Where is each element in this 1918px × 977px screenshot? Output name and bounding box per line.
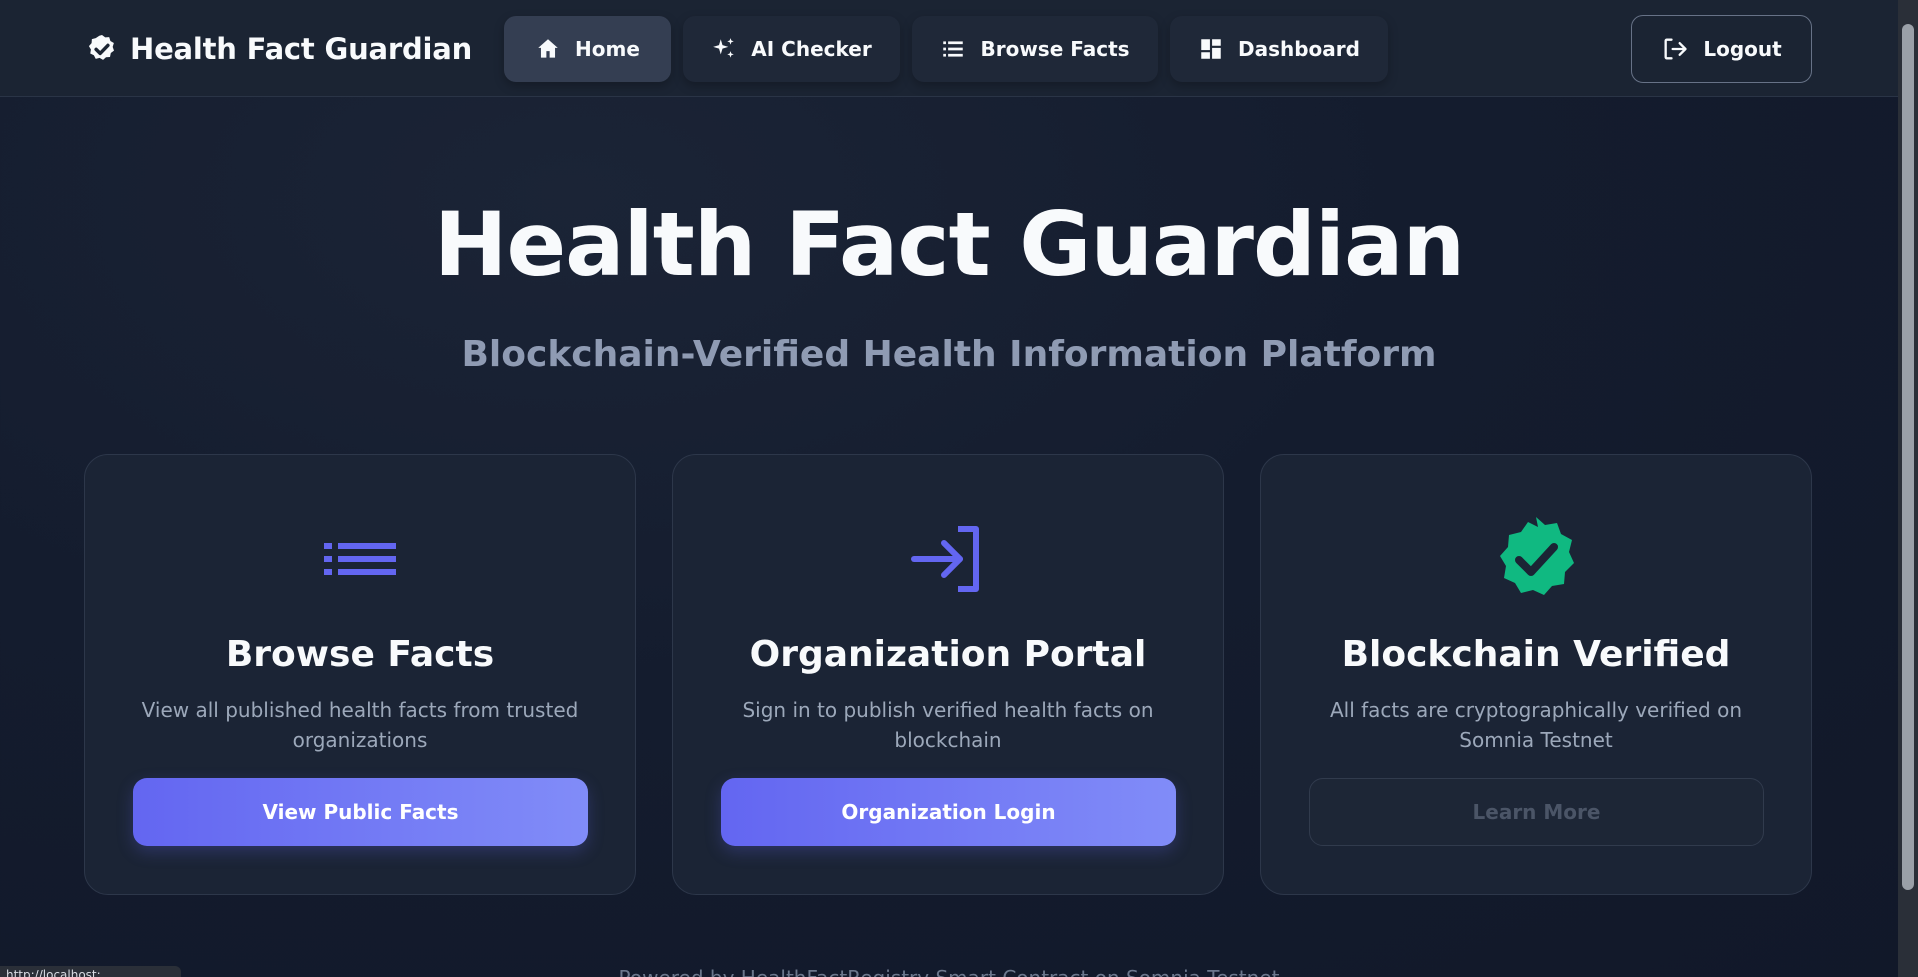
nav-browse-facts-label: Browse Facts xyxy=(980,37,1130,61)
logout-label: Logout xyxy=(1703,37,1782,61)
verified-badge-icon xyxy=(88,35,114,60)
card-organization-portal: Organization Portal Sign in to publish v… xyxy=(672,454,1224,895)
view-public-facts-button[interactable]: View Public Facts xyxy=(133,778,588,846)
brand-name: Health Fact Guardian xyxy=(130,32,473,66)
brand-logo[interactable]: Health Fact Guardian xyxy=(86,30,472,68)
nav-links: Home AI Checker Browse Facts Dashboard xyxy=(504,16,1388,82)
card-title: Browse Facts xyxy=(225,634,495,675)
login-icon xyxy=(911,526,979,592)
nav-dashboard-label: Dashboard xyxy=(1238,37,1360,61)
logout-icon xyxy=(1664,38,1687,60)
card-title: Blockchain Verified xyxy=(1341,634,1731,675)
home-icon xyxy=(538,39,558,58)
nav-dashboard[interactable]: Dashboard xyxy=(1170,16,1388,82)
card-browse-facts: Browse Facts View all published health f… xyxy=(84,454,636,895)
logout-button[interactable]: Logout xyxy=(1631,15,1812,83)
list-icon xyxy=(324,543,396,575)
list-icon xyxy=(943,41,964,57)
card-icon-wrap xyxy=(673,511,1223,607)
card-description: Sign in to publish verified health facts… xyxy=(742,698,1154,752)
card-description: All facts are cryptographically verified… xyxy=(1329,698,1743,752)
verified-badge-icon xyxy=(1500,517,1574,595)
card-icon-wrap xyxy=(1261,511,1811,607)
nav-home-label: Home xyxy=(575,37,640,61)
scrollbar[interactable] xyxy=(1898,0,1918,977)
card-description: View all published health facts from tru… xyxy=(141,698,579,752)
page-subtitle: Blockchain-Verified Health Information P… xyxy=(461,334,1437,375)
page-title: Health Fact Guardian xyxy=(433,193,1465,296)
card-icon-wrap xyxy=(85,511,635,607)
nav-home[interactable]: Home xyxy=(504,16,671,82)
footer-text: Powered by HealthFactRegistry Smart Cont… xyxy=(0,966,1898,977)
card-blockchain-verified: Blockchain Verified All facts are crypto… xyxy=(1260,454,1812,895)
nav-browse-facts[interactable]: Browse Facts xyxy=(912,16,1158,82)
dashboard-icon xyxy=(1201,39,1221,59)
learn-more-button[interactable]: Learn More xyxy=(1309,778,1764,846)
card-title: Organization Portal xyxy=(749,634,1147,675)
sparkles-icon xyxy=(713,38,735,58)
organization-login-button[interactable]: Organization Login xyxy=(721,778,1176,846)
scrollbar-thumb[interactable] xyxy=(1902,24,1914,890)
nav-ai-checker-label: AI Checker xyxy=(751,37,872,61)
nav-ai-checker[interactable]: AI Checker xyxy=(683,16,900,82)
status-bar-url: http://localhost:... xyxy=(0,966,181,977)
top-navbar: Health Fact Guardian Home AI Checker Bro… xyxy=(0,0,1898,97)
